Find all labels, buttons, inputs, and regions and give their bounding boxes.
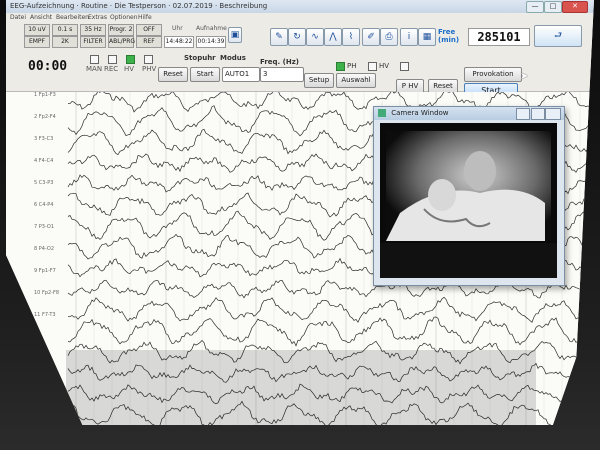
channel-label: 1 Fp1-F3 (34, 92, 56, 98)
edit-icon[interactable]: ✎ (270, 28, 288, 46)
channel-label: 10 Fp2-F8 (34, 290, 60, 296)
man-label: MAN (86, 65, 103, 73)
abl-prg-button[interactable]: ABL/PRG (108, 36, 135, 48)
recording-time-value: 00:14:39 (196, 36, 226, 48)
camera-window-title: Camera Window (391, 109, 449, 117)
modus-label: Modus (220, 54, 246, 62)
frequency-label: Freq. (Hz) (260, 58, 299, 66)
channel-label: 6 C4-P4 (34, 202, 54, 208)
provocation-controls: 00:00 MAN REC HV PHV Stopuhr Modus Freq.… (6, 53, 594, 98)
ph-checkbox[interactable] (336, 62, 345, 71)
info-icon[interactable]: i (400, 28, 418, 46)
toolbar: 10 uV 0.1 s 35 Hz Progr. 2 OFF EMPF 2K F… (6, 23, 594, 53)
provokation-button[interactable]: Provokation (464, 67, 522, 82)
free-minutes-value: 285101 (468, 28, 530, 46)
channel-label: 9 Fp1-F7 (34, 268, 56, 274)
clock-value: 14:48:22 (164, 36, 194, 48)
aufnahme-label: Aufnahme (196, 25, 227, 32)
menu-item-edit[interactable]: Bearbeiten (56, 14, 89, 21)
free-min-label: Free (min) (438, 28, 460, 44)
maximize-button[interactable]: □ (544, 1, 562, 13)
close-button[interactable]: ✕ (562, 1, 588, 13)
camera-app-icon (378, 109, 386, 117)
eeg-application-window: EEG-Aufzeichnung · Routine · Die Testper… (6, 0, 594, 425)
hv-checkbox[interactable] (368, 62, 377, 71)
checkbox-rec[interactable] (108, 55, 117, 64)
channel-label: 11 F7-T3 (34, 312, 56, 318)
frequency-select[interactable]: 3 (260, 67, 304, 82)
stopwatch-reset-button[interactable]: Reset (158, 67, 188, 82)
off-button[interactable]: OFF (136, 24, 162, 36)
camera-close-button[interactable] (545, 108, 561, 120)
print-icon[interactable]: ⎙ (380, 28, 398, 46)
filter-button[interactable]: FILTER (80, 36, 106, 48)
extra-checkbox[interactable] (400, 62, 409, 71)
setup-button[interactable]: Setup (304, 73, 334, 88)
montage-icon[interactable]: ⌇ (342, 28, 360, 46)
refresh-icon[interactable]: ↻ (288, 28, 306, 46)
window-title: EEG-Aufzeichnung · Routine · Die Testper… (10, 2, 268, 10)
camera-window[interactable]: Camera Window (373, 106, 565, 286)
stopwatch-display: 00:00 (28, 59, 68, 74)
channel-label: 2 Fp2-F4 (34, 114, 56, 120)
rec-label: REC (104, 65, 119, 73)
ph-label: PH (347, 62, 357, 70)
photo-icon[interactable]: ▦ (418, 28, 436, 46)
pen-icon[interactable]: ✐ (362, 28, 380, 46)
checkbox-man[interactable] (90, 55, 99, 64)
menu-item-file[interactable]: Datei (10, 14, 26, 21)
save-icon[interactable]: ▣ (228, 27, 242, 43)
stopuhr-label: Stopuhr (184, 54, 216, 62)
menu-item-extras[interactable]: Extras (88, 14, 107, 21)
empf-button[interactable]: EMPF (24, 36, 50, 48)
hv-mode-label: HV (124, 65, 135, 73)
2k-button[interactable]: 2K (52, 36, 78, 48)
eeg-trace-line (67, 296, 594, 323)
camera-maximize-button[interactable] (531, 108, 545, 120)
phv-mode-label: PHV (142, 65, 157, 73)
menu-bar: Datei Ansicht Bearbeiten Extras Optionen… (6, 13, 594, 23)
taskbar-reflection (66, 350, 536, 425)
auswahl-button[interactable]: Auswahl (336, 73, 376, 88)
camera-minimize-button[interactable] (516, 108, 530, 120)
ref-button[interactable]: REF (136, 36, 162, 48)
channel-label: 7 P3-O1 (34, 224, 55, 230)
channel-label: 3 F3-C3 (34, 136, 54, 142)
patient-video-image (380, 123, 557, 278)
stopwatch-start-button[interactable]: Start (190, 67, 220, 82)
hv-label: HV (379, 62, 390, 70)
menu-item-options[interactable]: Optionen (110, 14, 138, 21)
lowpass-button[interactable]: 35 Hz (80, 24, 106, 36)
checkbox-phv[interactable] (144, 55, 153, 64)
exit-arrow-icon[interactable]: ⮐ (534, 25, 582, 47)
channel-label: 8 P4-O2 (34, 246, 55, 252)
camera-video-feed (380, 123, 557, 278)
checkbox-hv[interactable] (126, 55, 135, 64)
eeg-trace-line (67, 316, 594, 347)
sensitivity-button[interactable]: 10 uV (24, 24, 50, 36)
wave-icon[interactable]: ∿ (306, 28, 324, 46)
uhr-label: Uhr (172, 25, 183, 32)
chart-icon[interactable]: ⋀ (324, 28, 342, 46)
minimize-button[interactable]: — (526, 1, 544, 13)
mouse-cursor-icon: ➤ (520, 71, 529, 82)
modus-select[interactable]: AUTO1 (222, 67, 260, 82)
timebase-button[interactable]: 0.1 s (52, 24, 78, 36)
channel-label: 4 F4-C4 (34, 158, 54, 164)
menu-item-view[interactable]: Ansicht (30, 14, 52, 21)
channel-label: 5 C3-P3 (34, 180, 54, 186)
program-button[interactable]: Progr. 2 (108, 24, 134, 36)
menu-item-help[interactable]: Hilfe (138, 14, 152, 21)
camera-title-bar[interactable]: Camera Window (374, 107, 564, 120)
title-bar: EEG-Aufzeichnung · Routine · Die Testper… (6, 0, 594, 14)
